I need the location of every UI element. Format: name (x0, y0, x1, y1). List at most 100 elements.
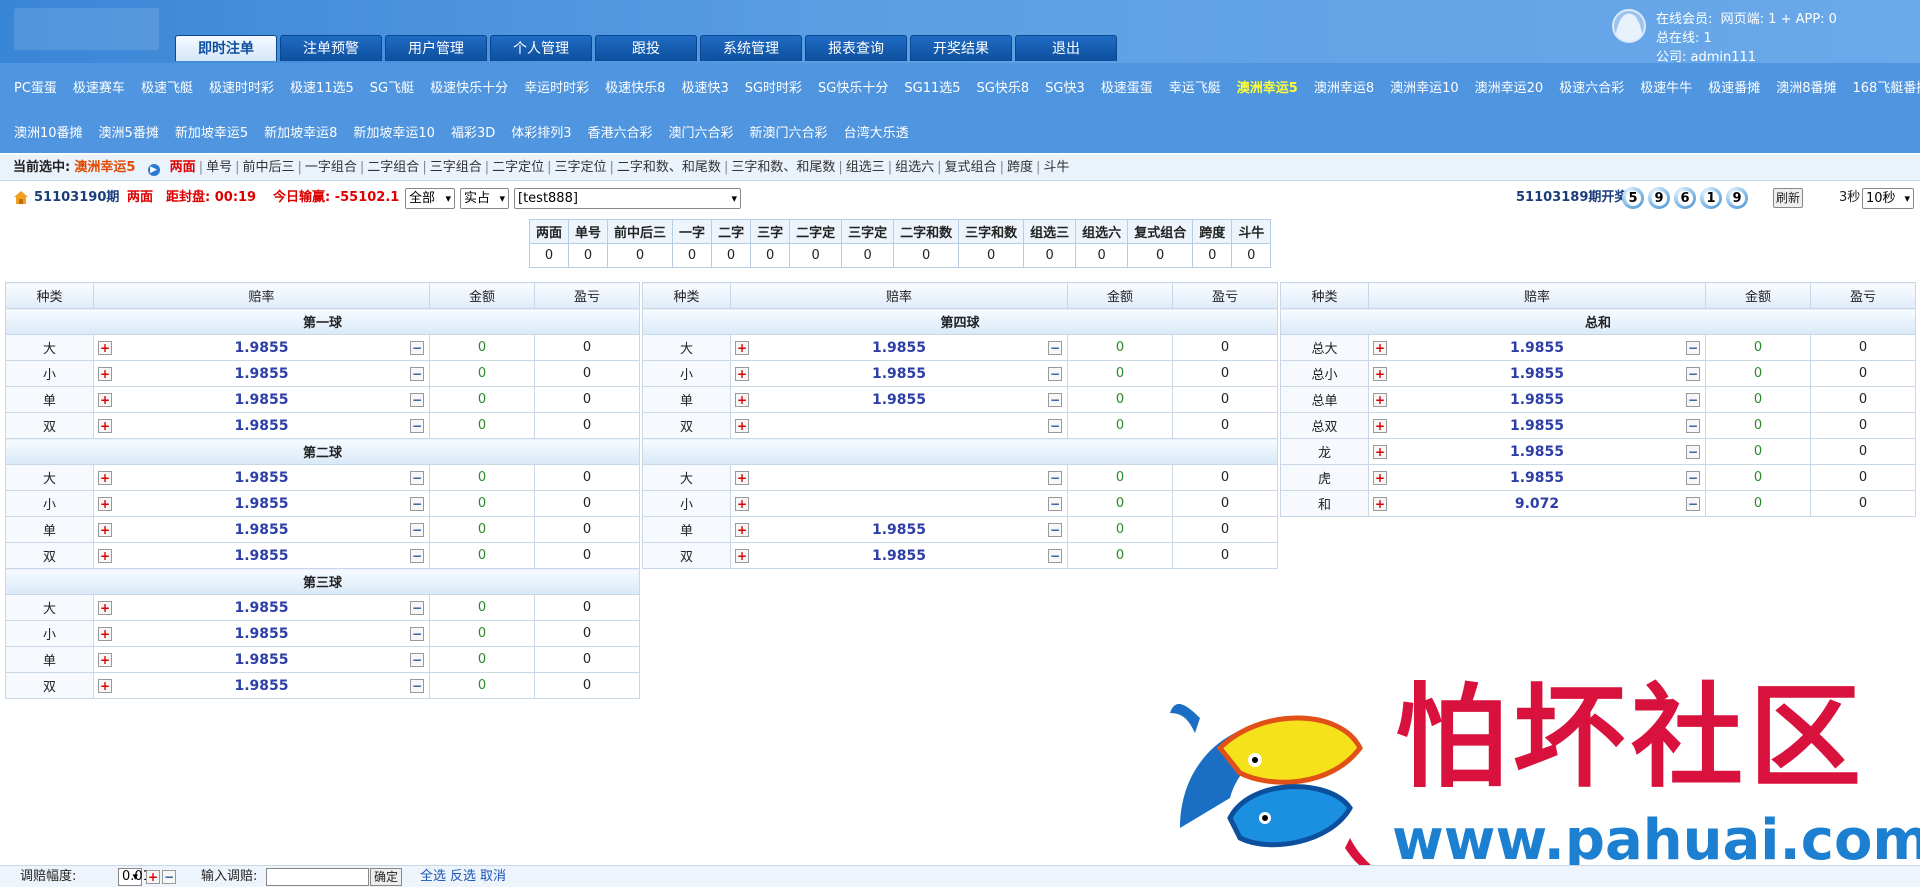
plus-icon[interactable]: + (98, 471, 112, 485)
minus-icon[interactable]: − (1048, 523, 1062, 537)
minus-icon[interactable]: − (1048, 497, 1062, 511)
lottery-item[interactable]: 澳洲幸运8 (1314, 77, 1374, 96)
plus-icon[interactable]: + (1373, 341, 1387, 355)
lottery-item[interactable]: SG快乐十分 (818, 77, 888, 96)
minus-icon[interactable]: − (1686, 419, 1700, 433)
minus-icon[interactable]: − (1048, 419, 1062, 433)
lottery-item[interactable]: 极速六合彩 (1559, 77, 1624, 96)
minus-icon[interactable]: − (1686, 471, 1700, 485)
lottery-item[interactable]: SG时时彩 (745, 77, 802, 96)
tab-2[interactable]: 注单预警 (280, 35, 382, 61)
odds-value[interactable]: 1.9855 (1510, 366, 1564, 382)
odds-value[interactable]: 9.072 (1515, 496, 1559, 512)
lottery-item[interactable]: 新加坡幸运8 (264, 122, 337, 141)
plus-icon[interactable]: + (98, 627, 112, 641)
plus-icon[interactable]: + (1373, 367, 1387, 381)
odds-value[interactable]: 1.9855 (234, 496, 288, 512)
plus-icon[interactable]: + (98, 549, 112, 563)
cancel-link[interactable]: 取消 (480, 866, 506, 888)
minus-icon[interactable]: − (410, 471, 424, 485)
bet-type-item[interactable]: 两面 (170, 160, 196, 175)
increase-odds-icon[interactable]: + (146, 870, 160, 884)
bet-type-item[interactable]: 组选六 (895, 160, 934, 175)
lottery-item[interactable]: SG快3 (1045, 77, 1085, 96)
odds-value[interactable]: 1.9855 (234, 652, 288, 668)
plus-icon[interactable]: + (735, 549, 749, 563)
odds-value[interactable]: 1.9855 (1510, 470, 1564, 486)
lottery-item[interactable]: 极速快乐十分 (430, 77, 508, 96)
minus-icon[interactable]: − (410, 601, 424, 615)
plus-icon[interactable]: + (735, 393, 749, 407)
odds-value[interactable]: 1.9855 (234, 600, 288, 616)
bet-type-item[interactable]: 复式组合 (945, 160, 997, 175)
odds-value[interactable]: 1.9855 (234, 626, 288, 642)
invert-link[interactable]: 反选 (450, 866, 476, 888)
plus-icon[interactable]: + (98, 523, 112, 537)
minus-icon[interactable]: − (1048, 549, 1062, 563)
plus-icon[interactable]: + (735, 367, 749, 381)
plus-icon[interactable]: + (98, 601, 112, 615)
plus-icon[interactable]: + (98, 393, 112, 407)
bet-type-item[interactable]: 三字和数、和尾数 (731, 160, 835, 175)
tab-9[interactable]: 退出 (1015, 35, 1117, 61)
minus-icon[interactable]: − (1686, 367, 1700, 381)
odds-value[interactable]: 1.9855 (872, 340, 926, 356)
bet-type-item[interactable]: 前中后三 (242, 160, 294, 175)
confirm-button[interactable]: 确定 (370, 868, 403, 886)
interval-select[interactable]: 10秒 (1862, 188, 1914, 209)
minus-icon[interactable]: − (1686, 341, 1700, 355)
bet-type-item[interactable]: 一字组合 (305, 160, 357, 175)
adjust-select[interactable]: 0.01 (118, 868, 151, 886)
minus-icon[interactable]: − (410, 549, 424, 563)
odds-value[interactable]: 1.9855 (1510, 444, 1564, 460)
odds-value[interactable]: 1.9855 (234, 366, 288, 382)
lottery-item[interactable]: 澳洲幸运20 (1475, 77, 1544, 96)
minus-icon[interactable]: − (410, 419, 424, 433)
minus-icon[interactable]: − (410, 497, 424, 511)
plus-icon[interactable]: + (1373, 497, 1387, 511)
bet-type-item[interactable]: 三字定位 (555, 160, 607, 175)
lottery-item[interactable]: 澳门六合彩 (669, 122, 734, 141)
lottery-item[interactable]: 极速牛牛 (1640, 77, 1692, 96)
minus-icon[interactable]: − (1048, 341, 1062, 355)
lottery-item[interactable]: 极速赛车 (73, 77, 125, 96)
odds-value[interactable]: 1.9855 (234, 418, 288, 434)
minus-icon[interactable]: − (1686, 393, 1700, 407)
tab-3[interactable]: 用户管理 (385, 35, 487, 61)
adjust-input[interactable] (266, 868, 369, 886)
lottery-item[interactable]: 极速飞艇 (141, 77, 193, 96)
minus-icon[interactable]: − (410, 653, 424, 667)
lottery-item[interactable]: 澳洲5番摊 (99, 122, 159, 141)
odds-value[interactable]: 1.9855 (234, 470, 288, 486)
odds-value[interactable]: 1.9855 (1510, 418, 1564, 434)
bet-type-item[interactable]: 组选三 (846, 160, 885, 175)
bet-type-item[interactable]: 二字组合 (367, 160, 419, 175)
odds-value[interactable]: 1.9855 (872, 548, 926, 564)
odds-value[interactable]: 1.9855 (1510, 392, 1564, 408)
bet-type-item[interactable]: 三字组合 (430, 160, 482, 175)
tab-6[interactable]: 系统管理 (700, 35, 802, 61)
bet-type-item[interactable]: 斗牛 (1043, 160, 1069, 175)
lottery-item[interactable]: 幸运时时彩 (524, 77, 589, 96)
odds-value[interactable]: 1.9855 (234, 522, 288, 538)
plus-icon[interactable]: + (98, 653, 112, 667)
odds-value[interactable]: 1.9855 (234, 340, 288, 356)
minus-icon[interactable]: − (1048, 367, 1062, 381)
odds-value[interactable]: 1.9855 (1510, 340, 1564, 356)
minus-icon[interactable]: − (410, 523, 424, 537)
tab-5[interactable]: 跟投 (595, 35, 697, 61)
plus-icon[interactable]: + (98, 497, 112, 511)
share-select[interactable]: 实占 (460, 188, 509, 209)
lottery-item[interactable]: 新加坡幸运5 (175, 122, 248, 141)
odds-value[interactable]: 1.9855 (234, 392, 288, 408)
select-all-link[interactable]: 全选 (420, 866, 446, 888)
bet-type-item[interactable]: 跨度 (1007, 160, 1033, 175)
lottery-item[interactable]: 台湾大乐透 (844, 122, 909, 141)
odds-value[interactable]: 1.9855 (872, 392, 926, 408)
minus-icon[interactable]: − (410, 393, 424, 407)
odds-value[interactable]: 1.9855 (234, 678, 288, 694)
bet-type-item[interactable]: 二字和数、和尾数 (617, 160, 721, 175)
plus-icon[interactable]: + (1373, 445, 1387, 459)
minus-icon[interactable]: − (1048, 393, 1062, 407)
plus-icon[interactable]: + (735, 419, 749, 433)
